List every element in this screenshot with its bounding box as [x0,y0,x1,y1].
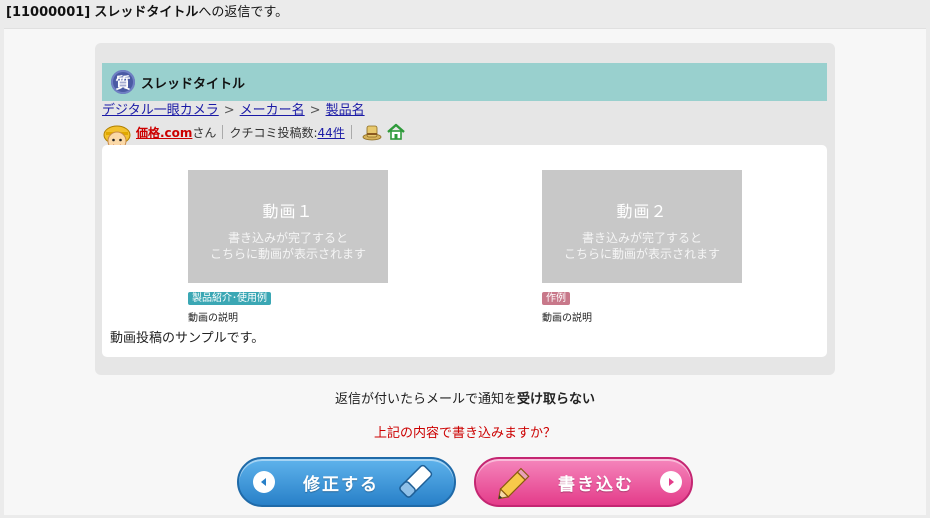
question-badge-icon: 質 [111,70,135,94]
video-message: 書き込みが完了すると こちらに動画が表示されます [542,230,742,262]
edit-button-label: 修正する [303,474,379,495]
header-thread-title: スレッドタイトル [94,5,199,20]
video-message-line2: こちらに動画が表示されます [209,247,366,261]
video-message: 書き込みが完了すると こちらに動画が表示されます [188,230,388,262]
eraser-icon [393,462,437,502]
write-button-label: 書き込む [558,474,634,495]
write-button[interactable]: 書き込む [474,457,693,507]
thread-title-bar: 質 スレッドタイトル [102,63,827,101]
breadcrumb-maker[interactable]: メーカー名 [240,103,305,118]
breadcrumb: デジタル一眼カメラ > メーカー名 > 製品名 [102,102,365,120]
video-tag: 作例 [542,292,570,305]
divider [350,125,352,139]
user-name-link[interactable]: 価格.com [136,124,192,141]
video-title: 動画２ [616,202,668,221]
confirm-message: 上記の内容で書き込みますか？ [373,426,556,441]
breadcrumb-separator: > [309,103,321,118]
video-placeholder-1: 動画１ 書き込みが完了すると こちらに動画が表示されます [188,170,388,283]
video-description: 動画の説明 [188,313,238,324]
forward-arrow-icon [660,471,682,493]
post-body-text: 動画投稿のサンプルです。 [110,331,265,346]
notify-setting-text: 返信が付いたらメールで通知を受け取らない [0,388,930,407]
hat-icon [362,123,382,141]
video-title: 動画１ [262,202,314,221]
breadcrumb-product[interactable]: 製品名 [326,103,365,118]
video-placeholder-2: 動画２ 書き込みが完了すると こちらに動画が表示されます [542,170,742,283]
home-icon[interactable] [386,123,406,141]
pencil-icon [496,462,536,502]
breadcrumb-category[interactable]: デジタル一眼カメラ [102,103,219,118]
video-description: 動画の説明 [542,313,592,324]
video-tag: 製品紹介･使用例 [188,292,271,305]
user-info: 価格.com さん クチコミ投稿数: 44件 [102,120,406,151]
video-message-line2: こちらに動画が表示されます [563,247,720,261]
video-message-line1: 書き込みが完了すると [581,231,702,245]
video-message-line1: 書き込みが完了すると [227,231,348,245]
header-suffix: への返信です。 [198,5,289,20]
post-count-link[interactable]: 44件 [317,124,344,141]
thread-title: スレッドタイトル [141,76,246,92]
post-count-label: クチコミ投稿数: [229,125,318,140]
user-suffix: さん [192,125,217,140]
back-arrow-icon [253,471,275,493]
divider [222,125,224,139]
notify-prefix: 返信が付いたらメールで通知を [334,392,517,407]
notify-emphasis: 受け取らない [517,392,596,407]
breadcrumb-separator: > [223,103,235,118]
header-thread-id: [11000001] [6,5,91,20]
edit-button[interactable]: 修正する [237,457,456,507]
page-header: [11000001] スレッドタイトルへの返信です。 [0,0,930,26]
